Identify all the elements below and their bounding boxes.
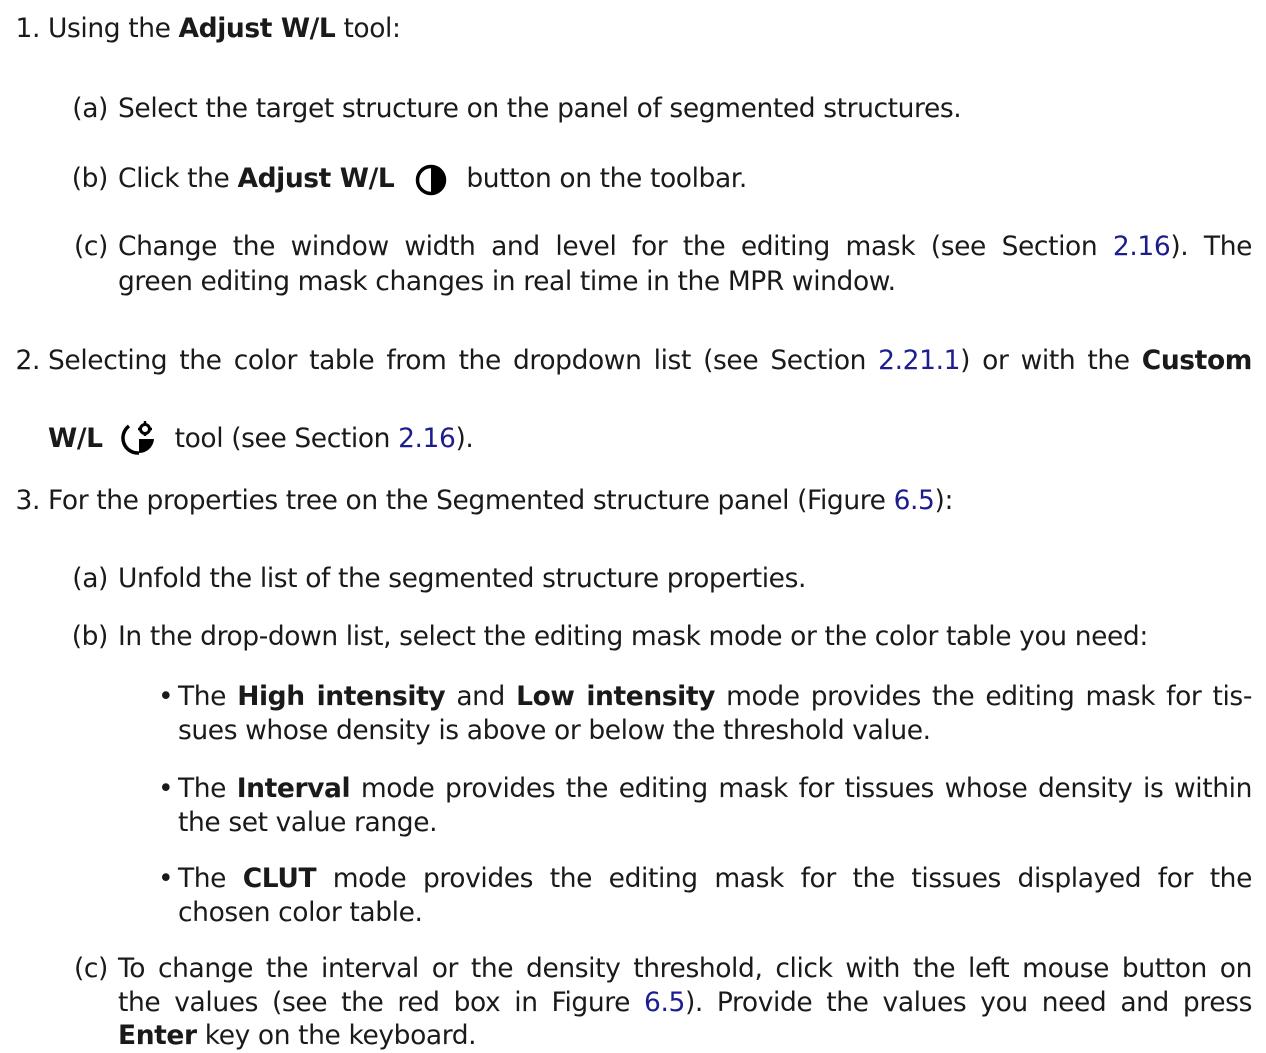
manual-page: { "items": { "i1": { "num": "1.", "pre":…	[0, 0, 1266, 1053]
item-3a-label: (a)	[72, 563, 108, 594]
item-3c-line-2: the values (see the red box in Figure 6.…	[118, 987, 1252, 1018]
section-2-16-link[interactable]: 2.16	[1113, 231, 1171, 262]
item-2-line-2: W/L tool (see Section 2.16).	[48, 420, 474, 456]
item-2-number: 2.	[15, 345, 41, 376]
bullet-dot: •	[158, 681, 174, 712]
bullet-3-line-2: chosen color table.	[178, 897, 423, 928]
item-1-number: 1.	[15, 13, 41, 44]
item-3-text: For the properties tree on the Segmented…	[48, 485, 953, 516]
bullet-2-line-2: the set value range.	[178, 807, 438, 838]
item-1c-line-2: green editing mask changes in real time …	[118, 266, 896, 297]
section-2-21-1-link[interactable]: 2.21.1	[878, 345, 960, 376]
item-1c-label: (c)	[73, 231, 108, 262]
item-1c-line-1: Change the window width and level for th…	[118, 231, 1253, 262]
custom-wl-icon	[120, 420, 159, 456]
item-3a-text: Unfold the list of the segmented structu…	[118, 563, 806, 594]
bullet-dot: •	[158, 863, 174, 894]
item-1b-label: (b)	[71, 163, 109, 194]
item-1a-text: Select the target structure on the panel…	[118, 93, 962, 124]
contrast-half-circle-icon	[414, 163, 448, 197]
figure-6-5-link[interactable]: 6.5	[644, 987, 685, 1018]
bullet-3-line-1: The CLUT mode provides the editing mask …	[178, 863, 1252, 894]
item-3c-line-1: To change the interval or the density th…	[118, 953, 1252, 984]
item-1-text: Using the Adjust W/L tool:	[48, 13, 401, 44]
item-1b-text: Click the Adjust W/L button on the toolba…	[118, 162, 747, 197]
bullet-dot: •	[158, 773, 174, 804]
item-3c-line-3: Enter key on the keyboard.	[118, 1020, 477, 1051]
item-3-number: 3.	[15, 485, 41, 516]
item-2-line-1: Selecting the color table from the dropd…	[48, 345, 1252, 376]
item-1a-label: (a)	[72, 93, 108, 124]
bullet-2-line-1: The Interval mode provides the editing m…	[178, 773, 1252, 804]
item-3b-label: (b)	[71, 621, 109, 652]
figure-6-5-link[interactable]: 6.5	[894, 485, 935, 516]
bullet-1-line-1: The High intensity and Low intensity mod…	[178, 681, 1252, 712]
bullet-1-line-2: sues whose density is above or below the…	[178, 715, 931, 746]
item-3c-label: (c)	[73, 953, 108, 984]
section-2-16-link[interactable]: 2.16	[398, 423, 456, 454]
item-3b-text: In the drop-down list, select the editin…	[118, 621, 1148, 652]
